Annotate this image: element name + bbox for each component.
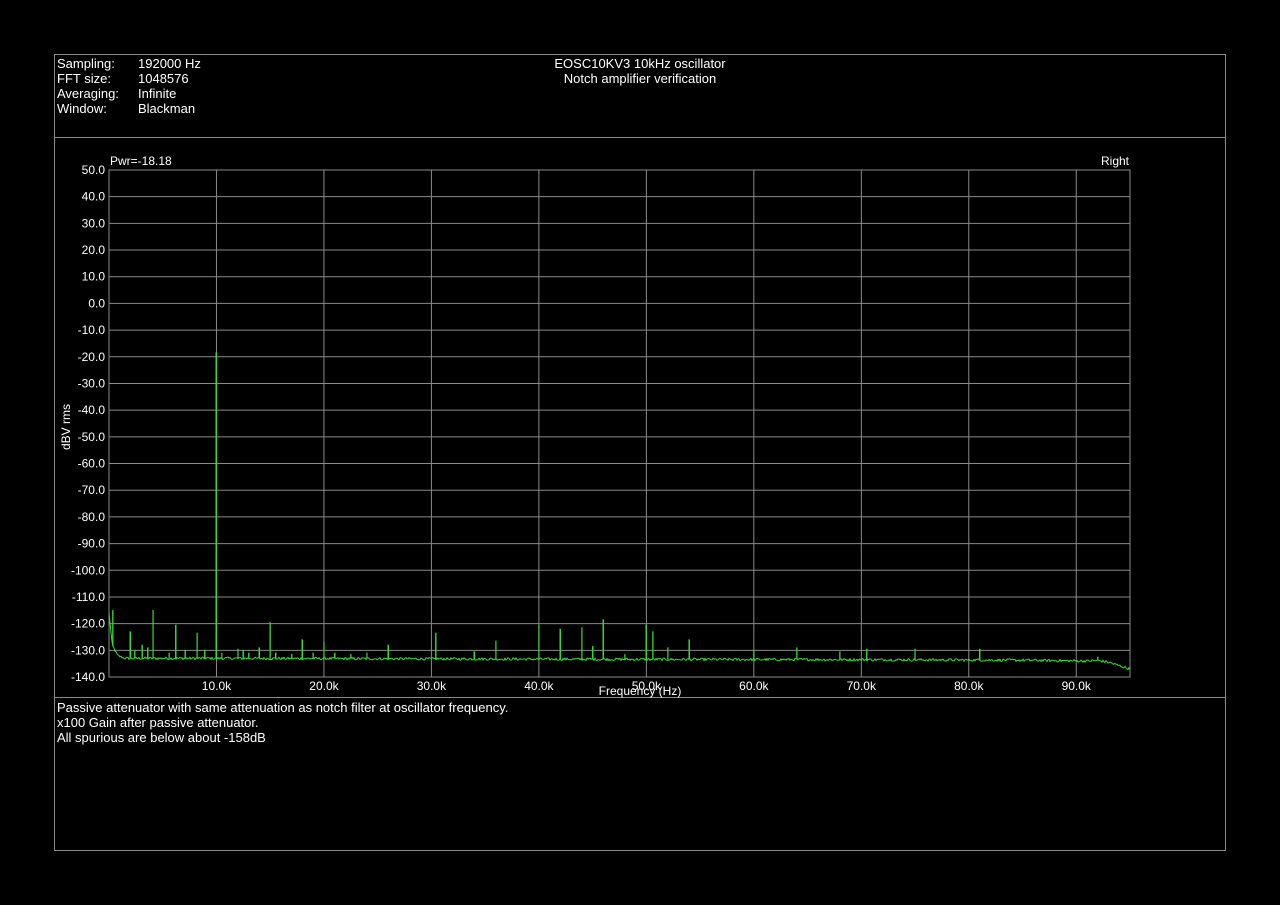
x-tick-label: 70.0k [847, 679, 877, 693]
spectrum-chart: 50.0 40.0 30.0 20.0 10.0 0.0 -10.0 -20.0 -30.0 -4… [59, 154, 1131, 698]
y-tick-labels: 50.0 40.0 30.0 20.0 10.0 0.0 -10.0 -20.0 -30.0 -4… [71, 163, 105, 684]
x-tick-label: 90.0k [1062, 679, 1092, 693]
pwr-label: Pwr=-18.18 [110, 154, 172, 168]
x-tick-label: 30.0k [417, 679, 447, 693]
y-tick-label: 40.0 [82, 190, 106, 204]
x-axis-label: Frequency (Hz) [599, 684, 682, 698]
note-line: All spurious are below about -158dB [57, 730, 266, 745]
y-tick-label: -10.0 [78, 323, 106, 337]
y-tick-label: -30.0 [78, 376, 106, 390]
y-tick-label: -140.0 [71, 670, 105, 684]
plot-area-border [108, 169, 1131, 678]
note-line: x100 Gain after passive attenuator. [57, 715, 259, 730]
y-tick-label: 0.0 [88, 296, 105, 310]
y-tick-label: -20.0 [78, 350, 106, 364]
spectrum-series-line [108, 352, 1131, 671]
y-tick-label: -110.0 [72, 590, 105, 604]
spectrum-peaks [112, 352, 1099, 661]
channel-label: Right [1101, 154, 1130, 168]
y-tick-label: -100.0 [71, 563, 105, 577]
y-tick-label: -120.0 [71, 617, 105, 631]
x-tick-label: 40.0k [524, 679, 554, 693]
y-tick-label: 10.0 [82, 270, 106, 284]
note-line: Passive attenuator with same attenuation… [57, 700, 509, 715]
y-tick-label: 50.0 [82, 163, 106, 177]
y-tick-label: -130.0 [71, 643, 105, 657]
y-tick-label: -50.0 [78, 430, 106, 444]
y-tick-label: -90.0 [78, 537, 106, 551]
y-tick-label: 20.0 [82, 243, 106, 257]
y-tick-label: 30.0 [82, 216, 106, 230]
x-tick-label: 80.0k [954, 679, 984, 693]
x-tick-label: 20.0k [309, 679, 339, 693]
y-tick-label: -60.0 [78, 457, 106, 471]
grid [109, 169, 1130, 678]
y-tick-label: -70.0 [78, 483, 106, 497]
y-axis-label: dBV rms [59, 404, 73, 450]
x-tick-label: 10.0k [202, 679, 232, 693]
x-tick-label: 60.0k [739, 679, 769, 693]
y-tick-label: -80.0 [78, 510, 106, 524]
y-tick-label: -40.0 [78, 403, 106, 417]
